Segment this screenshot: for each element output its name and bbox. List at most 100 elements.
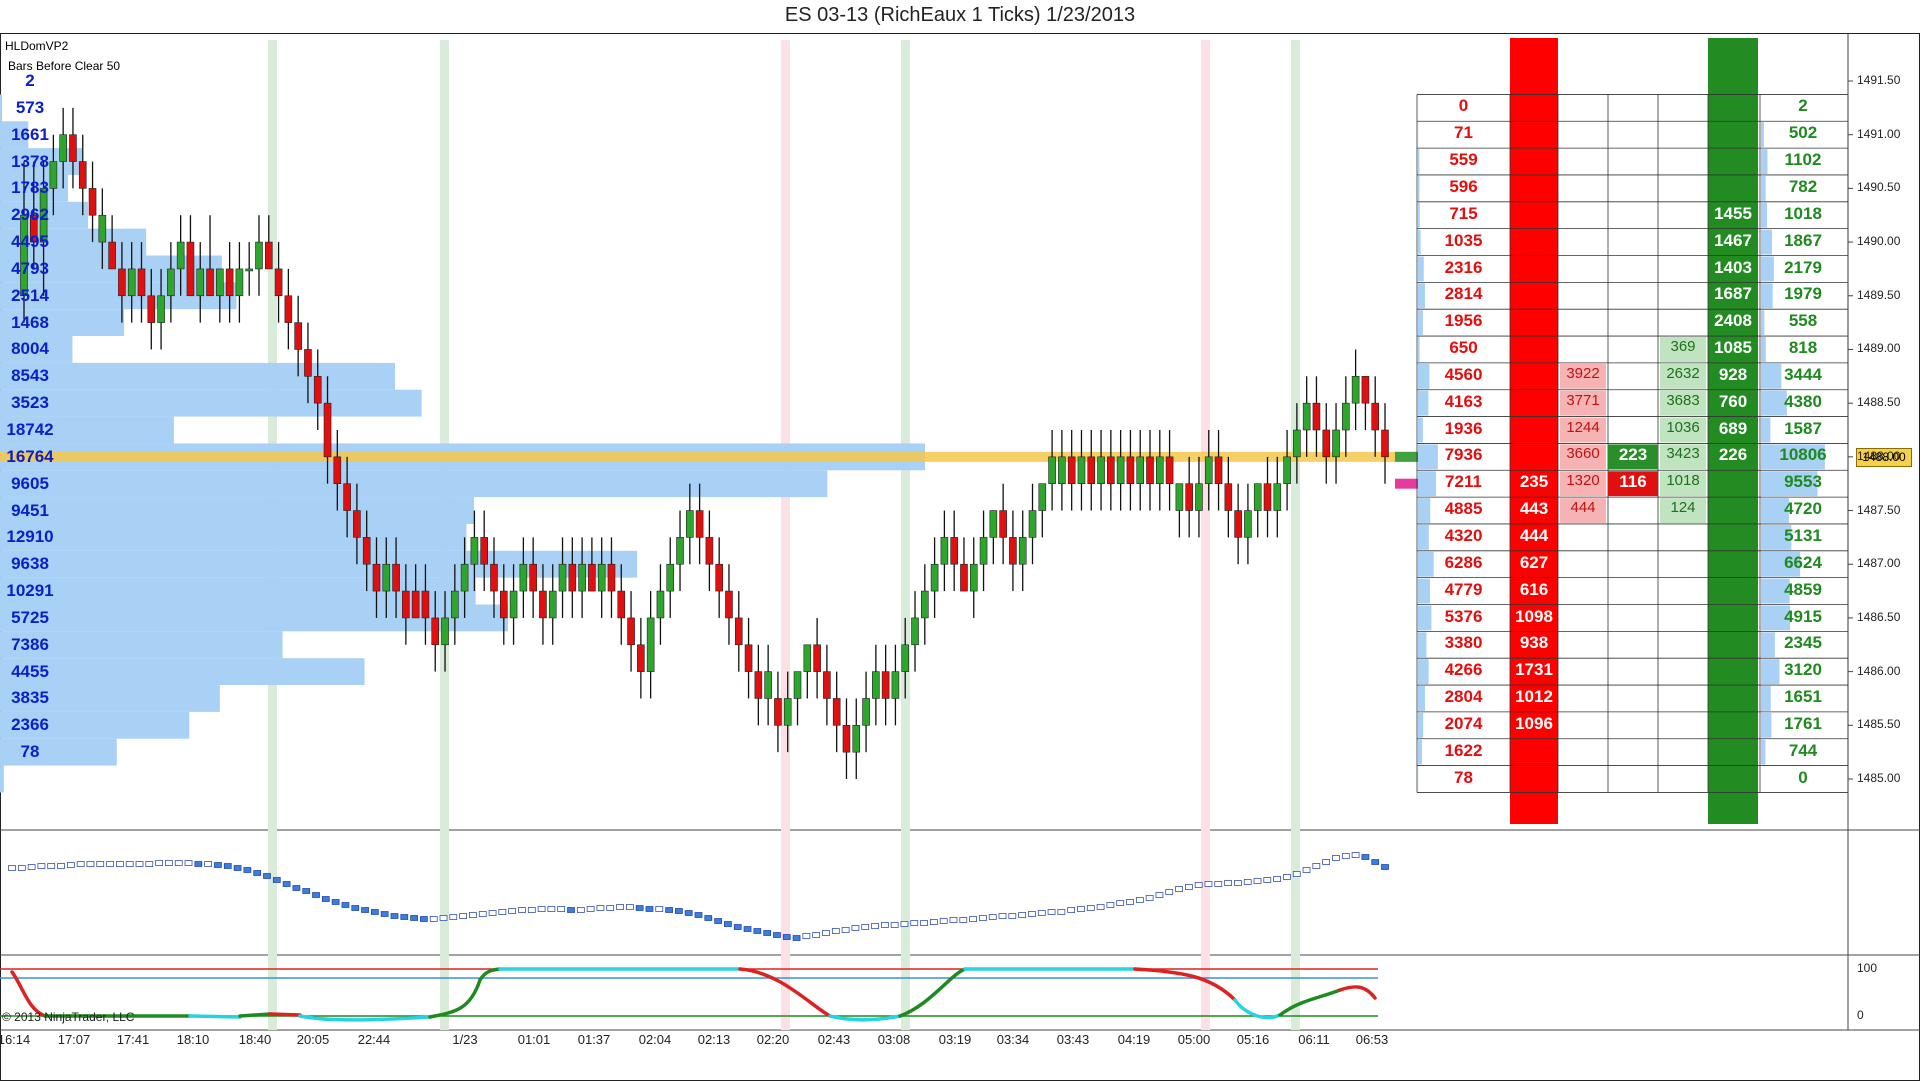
delta-box bbox=[949, 917, 958, 923]
candle-body bbox=[548, 590, 557, 619]
time-tick-label: 02:04 bbox=[638, 1032, 672, 1047]
candle-body bbox=[676, 537, 684, 565]
delta-box bbox=[704, 915, 713, 921]
delta-box bbox=[459, 913, 467, 919]
candle-body bbox=[480, 537, 488, 565]
profile-volume-label: 8004 bbox=[11, 339, 49, 359]
dom-cell: 4560 bbox=[1444, 364, 1483, 384]
candle-body bbox=[832, 698, 841, 726]
candle-body bbox=[1263, 483, 1272, 511]
delta-box bbox=[625, 904, 634, 910]
dom-cell: 1244 bbox=[1566, 418, 1600, 436]
candle-body bbox=[911, 617, 919, 646]
osc-line-segment bbox=[1338, 985, 1377, 1000]
delta-box bbox=[508, 908, 517, 914]
dom-cell: 1731 bbox=[1515, 660, 1553, 680]
delta-box bbox=[900, 921, 909, 927]
dom-cell: 650 bbox=[1449, 338, 1478, 358]
delta-box bbox=[253, 870, 262, 876]
profile-bar bbox=[0, 765, 4, 793]
profile-volume-label: 8543 bbox=[11, 366, 49, 386]
candle-body bbox=[519, 563, 528, 592]
profile-volume-label: 3835 bbox=[11, 688, 49, 708]
delta-box bbox=[537, 906, 546, 912]
candle-body bbox=[196, 268, 205, 297]
dom-cell: 10806 bbox=[1779, 445, 1827, 465]
candle-body bbox=[1351, 376, 1360, 404]
delta-box bbox=[724, 921, 732, 927]
candle-body bbox=[764, 671, 772, 699]
dom-cell: 559 bbox=[1449, 150, 1478, 170]
dom-cell: 1036 bbox=[1666, 418, 1700, 436]
candle-body bbox=[1361, 376, 1370, 404]
candle-body bbox=[607, 563, 616, 592]
candle-body bbox=[304, 349, 312, 377]
dom-cell: 2179 bbox=[1784, 257, 1822, 277]
dom-cell: 7211 bbox=[1445, 472, 1482, 492]
dom-cell: 782 bbox=[1788, 176, 1818, 196]
delta-box bbox=[390, 913, 399, 919]
profile-volume-label: 4793 bbox=[11, 258, 49, 278]
candle-body bbox=[1204, 456, 1213, 484]
delta-box bbox=[86, 861, 95, 867]
time-tick-label: 17:07 bbox=[57, 1032, 91, 1047]
delta-box bbox=[1243, 879, 1252, 885]
dom-cell: 2632 bbox=[1666, 364, 1700, 382]
time-tick-label: 01:01 bbox=[517, 1032, 551, 1047]
candle-body bbox=[823, 671, 831, 699]
delta-box bbox=[782, 934, 791, 940]
chart-svg[interactable] bbox=[0, 0, 1920, 1081]
delta-box bbox=[223, 863, 232, 869]
dom-cell: 938 bbox=[1519, 633, 1549, 653]
delta-box bbox=[861, 924, 870, 930]
dom-cell: 1867 bbox=[1784, 230, 1822, 250]
dom-cell: 7936 bbox=[1444, 445, 1483, 465]
candle-body bbox=[216, 268, 224, 297]
delta-box bbox=[233, 865, 242, 871]
osc-line-segment bbox=[268, 1012, 302, 1017]
price-tick-label: 1489.00 bbox=[1857, 341, 1901, 356]
profile-volume-label: 2962 bbox=[11, 205, 49, 225]
candle-body bbox=[803, 644, 812, 672]
profile-volume-label: 2366 bbox=[11, 715, 49, 735]
candle-body bbox=[617, 590, 626, 619]
delta-box bbox=[1126, 899, 1134, 905]
candle-body bbox=[1155, 456, 1164, 484]
dom-cell: 223 bbox=[1618, 445, 1648, 465]
dom-cell: 3771 bbox=[1566, 391, 1600, 409]
delta-box bbox=[312, 892, 320, 898]
price-tick-label: 1486.00 bbox=[1857, 663, 1901, 678]
profile-bar bbox=[0, 497, 475, 524]
dom-cell: 1096 bbox=[1515, 713, 1553, 733]
candle-body bbox=[264, 241, 273, 270]
delta-box bbox=[733, 924, 742, 930]
delta-box bbox=[272, 877, 281, 883]
candle-body bbox=[1058, 456, 1066, 484]
dom-cell: 715 bbox=[1449, 203, 1478, 223]
dom-cell: 1455 bbox=[1714, 203, 1752, 223]
delta-box bbox=[204, 861, 212, 867]
profile-volume-label: 573 bbox=[15, 97, 45, 117]
candle-body bbox=[490, 563, 498, 592]
delta-box bbox=[47, 863, 56, 869]
dom-cell: 235 bbox=[1519, 472, 1549, 492]
time-tick-label: 16:14 bbox=[0, 1032, 31, 1047]
time-tick-label: 02:13 bbox=[697, 1032, 731, 1047]
candle-body bbox=[539, 590, 547, 619]
candle-body bbox=[1067, 456, 1076, 484]
delta-box bbox=[910, 920, 919, 926]
profile-volume-label: 16764 bbox=[6, 446, 54, 466]
delta-box bbox=[1381, 864, 1389, 870]
time-tick-label: 03:43 bbox=[1056, 1032, 1090, 1047]
candle-body bbox=[862, 698, 870, 726]
delta-box bbox=[361, 907, 369, 913]
candle-body bbox=[568, 563, 577, 592]
profile-volume-label: 1468 bbox=[11, 312, 49, 332]
delta-box bbox=[1008, 913, 1017, 919]
delta-box bbox=[1194, 882, 1203, 888]
delta-box bbox=[969, 916, 977, 922]
candle-body bbox=[499, 590, 508, 619]
profile-volume-label: 2 bbox=[25, 71, 35, 90]
candle-body bbox=[98, 214, 107, 243]
dom-cell: 1403 bbox=[1714, 257, 1752, 277]
